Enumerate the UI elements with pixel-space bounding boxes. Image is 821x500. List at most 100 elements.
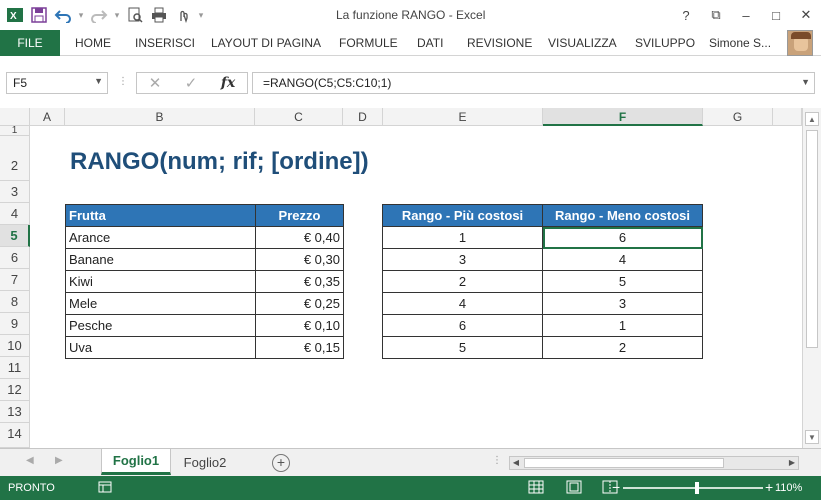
row-header-7[interactable]: 7 [0, 269, 30, 291]
user-account[interactable]: Simone S... [709, 36, 771, 50]
cancel-icon[interactable]: ✕ [149, 74, 162, 92]
row-header-5[interactable]: 5 [0, 225, 30, 247]
zoom-level[interactable]: 110% [775, 482, 802, 494]
price-cell[interactable]: € 0,40 [255, 226, 344, 249]
tab-visualizza[interactable]: VISUALIZZA [548, 36, 617, 50]
minimize-icon[interactable]: – [731, 0, 761, 30]
column-header-f[interactable]: F [543, 108, 703, 126]
fruit-cell[interactable]: Pesche [65, 314, 256, 337]
zoom-out-icon[interactable]: − [612, 479, 620, 495]
prev-sheet-icon[interactable]: ◀ [26, 455, 34, 466]
tab-revisione[interactable]: REVISIONE [467, 36, 532, 50]
row-header-2[interactable]: 2 [0, 136, 30, 181]
scroll-left-icon[interactable]: ◀ [510, 457, 522, 469]
formula-bar-grip-icon[interactable]: ⋮ [118, 76, 128, 87]
rank-asc-cell[interactable]: 4 [542, 248, 703, 271]
rank-asc-cell[interactable]: 1 [542, 314, 703, 337]
vertical-scrollbar[interactable]: ▲ ▼ [802, 108, 821, 448]
customize-toolbar-icon[interactable]: ▾ [196, 10, 206, 21]
scroll-up-icon[interactable]: ▲ [805, 112, 819, 126]
insert-function-icon[interactable]: fx [221, 75, 235, 91]
select-all-corner[interactable] [0, 108, 30, 126]
tab-inserisci[interactable]: INSERISCI [135, 36, 195, 50]
rank-desc-cell[interactable]: 5 [382, 336, 543, 359]
avatar[interactable] [787, 30, 813, 56]
fruit-cell[interactable]: Uva [65, 336, 256, 359]
print-icon[interactable] [148, 4, 170, 26]
row-header-11[interactable]: 11 [0, 357, 30, 379]
price-cell[interactable]: € 0,35 [255, 270, 344, 293]
row-header-8[interactable]: 8 [0, 291, 30, 313]
tab-sviluppo[interactable]: SVILUPPO [635, 36, 695, 50]
horizontal-scroll-thumb[interactable] [524, 458, 724, 468]
normal-view-icon[interactable] [528, 480, 544, 497]
zoom-in-icon[interactable]: + [765, 479, 773, 495]
rank-asc-cell[interactable]: 5 [542, 270, 703, 293]
column-header-g[interactable]: G [703, 108, 773, 126]
maximize-icon[interactable]: □ [761, 0, 791, 30]
row-header-10[interactable]: 10 [0, 335, 30, 357]
help-icon[interactable]: ? [671, 0, 701, 30]
row-header-1[interactable]: 1 [0, 126, 30, 136]
name-box[interactable]: F5 ▼ [6, 72, 108, 94]
save-icon[interactable] [28, 4, 50, 26]
redo-dropdown-icon[interactable]: ▾ [112, 10, 122, 21]
row-header-4[interactable]: 4 [0, 203, 30, 225]
fruit-cell[interactable]: Kiwi [65, 270, 256, 293]
worksheet-grid[interactable]: RANGO(num; rif; [ordine]) Frutta Prezzo … [30, 126, 802, 448]
next-sheet-icon[interactable]: ▶ [55, 455, 63, 466]
header-prezzo[interactable]: Prezzo [255, 204, 344, 227]
row-header-6[interactable]: 6 [0, 247, 30, 269]
tab-formule[interactable]: FORMULE [339, 36, 398, 50]
rank-desc-cell[interactable]: 1 [382, 226, 543, 249]
formula-input[interactable]: =RANGO(C5;C5:C10;1) ▼ [252, 72, 815, 94]
fruit-cell[interactable]: Arance [65, 226, 256, 249]
chevron-down-icon[interactable]: ▼ [94, 76, 103, 86]
price-cell[interactable]: € 0,30 [255, 248, 344, 271]
tab-dati[interactable]: DATI [417, 36, 443, 50]
rank-desc-cell[interactable]: 3 [382, 248, 543, 271]
touch-mode-icon[interactable] [172, 4, 194, 26]
column-header-c[interactable]: C [255, 108, 343, 126]
tab-file[interactable]: FILE [0, 30, 60, 56]
enter-icon[interactable]: ✓ [185, 74, 198, 92]
row-header-3[interactable]: 3 [0, 181, 30, 203]
column-header-d[interactable]: D [343, 108, 383, 126]
undo-icon[interactable] [52, 4, 74, 26]
active-cell-f5[interactable]: 6 [542, 226, 703, 249]
ribbon-display-icon[interactable]: ⧉ [701, 0, 731, 30]
undo-dropdown-icon[interactable]: ▾ [76, 10, 86, 21]
rank-asc-cell[interactable]: 3 [542, 292, 703, 315]
close-icon[interactable]: ✕ [791, 0, 821, 30]
zoom-slider-handle[interactable] [695, 482, 699, 494]
row-header-13[interactable]: 13 [0, 401, 30, 423]
header-rango-meno-costosi[interactable]: Rango - Meno costosi [542, 204, 703, 227]
macro-record-icon[interactable] [98, 480, 112, 497]
page-layout-view-icon[interactable] [566, 480, 582, 497]
header-frutta[interactable]: Frutta [65, 204, 256, 227]
rank-asc-cell[interactable]: 2 [542, 336, 703, 359]
rank-desc-cell[interactable]: 6 [382, 314, 543, 337]
column-header-h[interactable] [773, 108, 802, 126]
column-header-e[interactable]: E [383, 108, 543, 126]
column-header-a[interactable]: A [30, 108, 65, 126]
fruit-cell[interactable]: Mele [65, 292, 256, 315]
rank-desc-cell[interactable]: 4 [382, 292, 543, 315]
rank-desc-cell[interactable]: 2 [382, 270, 543, 293]
column-header-b[interactable]: B [65, 108, 255, 126]
add-sheet-icon[interactable]: + [272, 454, 290, 472]
price-cell[interactable]: € 0,10 [255, 314, 344, 337]
price-cell[interactable]: € 0,25 [255, 292, 344, 315]
print-preview-icon[interactable] [124, 4, 146, 26]
expand-formula-icon[interactable]: ▼ [801, 77, 810, 87]
sheet-tab-foglio1[interactable]: Foglio1 [101, 449, 171, 475]
row-header-12[interactable]: 12 [0, 379, 30, 401]
header-rango-piu-costosi[interactable]: Rango - Più costosi [382, 204, 543, 227]
scroll-down-icon[interactable]: ▼ [805, 430, 819, 444]
row-header-14[interactable]: 14 [0, 423, 30, 448]
horizontal-scrollbar[interactable]: ◀ ▶ [509, 456, 799, 470]
tab-layout-di-pagina[interactable]: LAYOUT DI PAGINA [211, 36, 321, 50]
vertical-scroll-thumb[interactable] [806, 130, 818, 348]
row-header-9[interactable]: 9 [0, 313, 30, 335]
price-cell[interactable]: € 0,15 [255, 336, 344, 359]
